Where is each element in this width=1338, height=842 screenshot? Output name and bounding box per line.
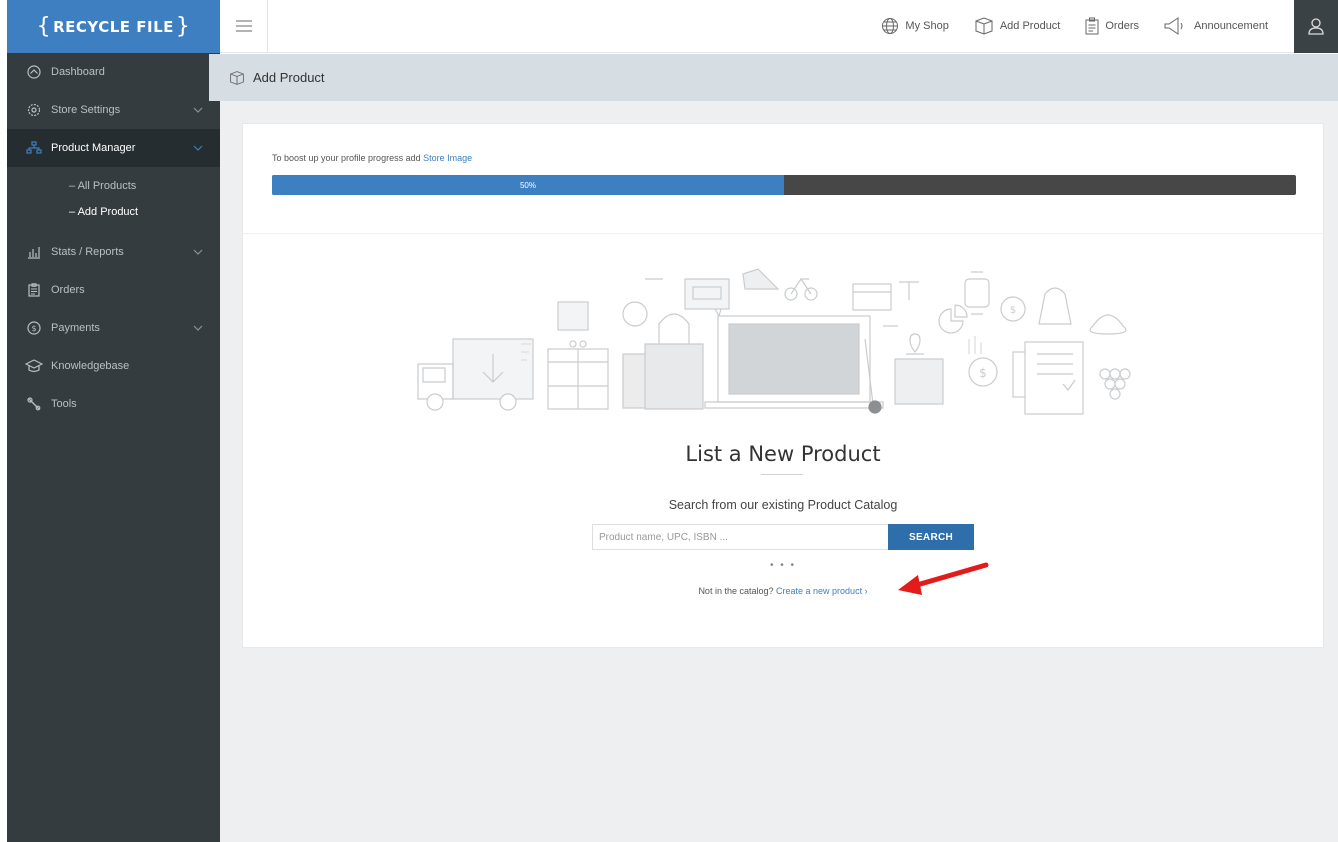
svg-text:$: $ bbox=[31, 324, 36, 333]
dollar-icon: $ bbox=[25, 319, 43, 337]
chat-bubble-icon bbox=[684, 278, 730, 318]
annotation-arrow-icon bbox=[898, 562, 989, 595]
profile-progress-section: To boost up your profile progress add St… bbox=[243, 124, 1323, 234]
sidebar-item-product-manager[interactable]: Product Manager bbox=[7, 129, 220, 167]
top-link-announcement[interactable]: Announcement bbox=[1164, 17, 1268, 35]
shopping-bag-icon bbox=[644, 313, 704, 410]
topbar: My Shop Add Product Orders Announcement bbox=[220, 0, 1338, 53]
box-icon bbox=[975, 17, 993, 35]
top-link-label: My Shop bbox=[905, 20, 949, 32]
bar-chart-icon bbox=[25, 243, 43, 261]
sneaker-icon bbox=[742, 268, 780, 290]
catalog-search-form: SEARCH bbox=[592, 524, 974, 550]
pin-icon bbox=[894, 333, 944, 405]
sidebar-item-label: Tools bbox=[51, 398, 77, 410]
separator-dots: • • • bbox=[769, 560, 797, 571]
profile-progress-message: To boost up your profile progress add St… bbox=[272, 153, 1294, 163]
wrench-icon bbox=[25, 395, 43, 413]
svg-text:$: $ bbox=[1010, 305, 1016, 316]
sidebar-item-payments[interactable]: $ Payments bbox=[7, 309, 220, 347]
sidebar-item-knowledgebase[interactable]: Knowledgebase bbox=[7, 347, 220, 385]
chevron-down-icon bbox=[192, 322, 204, 334]
page-title: Add Product bbox=[253, 70, 325, 85]
sidebar-item-stats-reports[interactable]: Stats / Reports bbox=[7, 233, 220, 271]
catalog-search-input[interactable] bbox=[592, 524, 888, 550]
catalog-subtitle: Search from our existing Product Catalog bbox=[668, 498, 898, 512]
top-link-label: Announcement bbox=[1194, 20, 1268, 32]
top-nav: My Shop Add Product Orders Announcement bbox=[881, 17, 1268, 35]
sidebar-item-label: Stats / Reports bbox=[51, 246, 124, 258]
profile-progress-bar: 50% bbox=[272, 175, 1296, 195]
clipboard-icon bbox=[25, 281, 43, 299]
wallet-icon bbox=[557, 301, 589, 331]
sidebar-item-label: Payments bbox=[51, 322, 100, 334]
sidebar-nav-lower: Stats / Reports Orders $ Payments Knowle… bbox=[7, 233, 220, 423]
graduation-cap-icon bbox=[25, 357, 43, 375]
sidebar-item-label: Knowledgebase bbox=[51, 360, 130, 372]
laptop-icon bbox=[704, 315, 884, 409]
sidebar-item-label: Orders bbox=[51, 284, 85, 296]
receipt-icon bbox=[1012, 341, 1084, 415]
sidebar: {RECYCLE FILE} Dashboard Store Settings … bbox=[7, 0, 220, 842]
not-in-catalog-line: Not in the catalog? Create a new product… bbox=[243, 586, 1323, 596]
megaphone-icon bbox=[1164, 17, 1183, 35]
delivery-truck-icon bbox=[417, 338, 534, 411]
sidebar-item-label: Product Manager bbox=[51, 142, 136, 154]
sidebar-nav: Dashboard Store Settings Product Manager bbox=[7, 53, 220, 167]
list-new-product-title: List a New Product bbox=[685, 442, 881, 466]
brand-logo[interactable]: {RECYCLE FILE} bbox=[37, 15, 191, 38]
page-header: Add Product bbox=[209, 54, 1338, 101]
products-illustration: $ $ bbox=[417, 268, 1131, 415]
create-new-product-link[interactable]: Create a new product › bbox=[776, 586, 868, 596]
globe-icon bbox=[882, 18, 899, 34]
chevron-down-icon bbox=[192, 142, 204, 154]
sitemap-icon bbox=[25, 139, 43, 157]
hamburger-icon bbox=[235, 20, 252, 32]
user-icon bbox=[1308, 18, 1324, 35]
clipboard-icon bbox=[1085, 17, 1099, 35]
chevron-down-icon bbox=[192, 246, 204, 258]
top-link-my-shop[interactable]: My Shop bbox=[881, 17, 949, 35]
hat-icon bbox=[1089, 314, 1127, 335]
grapes-icon bbox=[1099, 368, 1131, 400]
menu-toggle-button[interactable] bbox=[220, 0, 268, 53]
sidebar-item-orders[interactable]: Orders bbox=[7, 271, 220, 309]
chevron-down-icon bbox=[192, 104, 204, 116]
top-link-orders[interactable]: Orders bbox=[1085, 17, 1139, 35]
smartwatch-icon bbox=[964, 271, 990, 315]
sidebar-item-tools[interactable]: Tools bbox=[7, 385, 220, 423]
search-button[interactable]: SEARCH bbox=[888, 524, 974, 550]
store-image-link[interactable]: Store Image bbox=[423, 153, 472, 163]
sidebar-item-dashboard[interactable]: Dashboard bbox=[7, 53, 220, 91]
dashboard-icon bbox=[25, 63, 43, 81]
credit-card-icon bbox=[852, 283, 892, 311]
clock-icon bbox=[622, 301, 648, 327]
svg-text:$: $ bbox=[979, 366, 987, 380]
top-link-label: Add Product bbox=[999, 20, 1061, 32]
sidebar-item-label: Dashboard bbox=[51, 66, 105, 78]
bicycle-icon bbox=[784, 277, 818, 301]
logo-text: RECYCLE FILE bbox=[53, 17, 174, 36]
sidebar-item-store-settings[interactable]: Store Settings bbox=[7, 91, 220, 129]
top-link-label: Orders bbox=[1105, 20, 1139, 32]
user-menu-button[interactable] bbox=[1294, 0, 1338, 53]
product-manager-submenu: – All Products – Add Product bbox=[7, 167, 220, 233]
title-divider bbox=[761, 474, 803, 475]
top-link-add-product[interactable]: Add Product bbox=[974, 17, 1061, 35]
main-content: To boost up your profile progress add St… bbox=[220, 101, 1338, 842]
profile-progress-prefix: To boost up your profile progress add bbox=[272, 153, 421, 163]
gear-icon bbox=[25, 101, 43, 119]
logo-bar: {RECYCLE FILE} bbox=[7, 0, 220, 53]
sidebar-subitem-all-products[interactable]: – All Products bbox=[7, 173, 220, 199]
sidebar-item-label: Store Settings bbox=[51, 104, 121, 116]
gift-icon bbox=[547, 340, 609, 410]
profile-progress-fill: 50% bbox=[272, 175, 784, 195]
sidebar-subitem-add-product[interactable]: – Add Product bbox=[7, 199, 220, 225]
box-icon bbox=[230, 70, 244, 85]
sweater-icon bbox=[1038, 287, 1072, 325]
add-product-card: To boost up your profile progress add St… bbox=[242, 123, 1324, 648]
pie-chart-icon bbox=[938, 304, 968, 334]
not-in-catalog-text: Not in the catalog? bbox=[698, 586, 774, 596]
